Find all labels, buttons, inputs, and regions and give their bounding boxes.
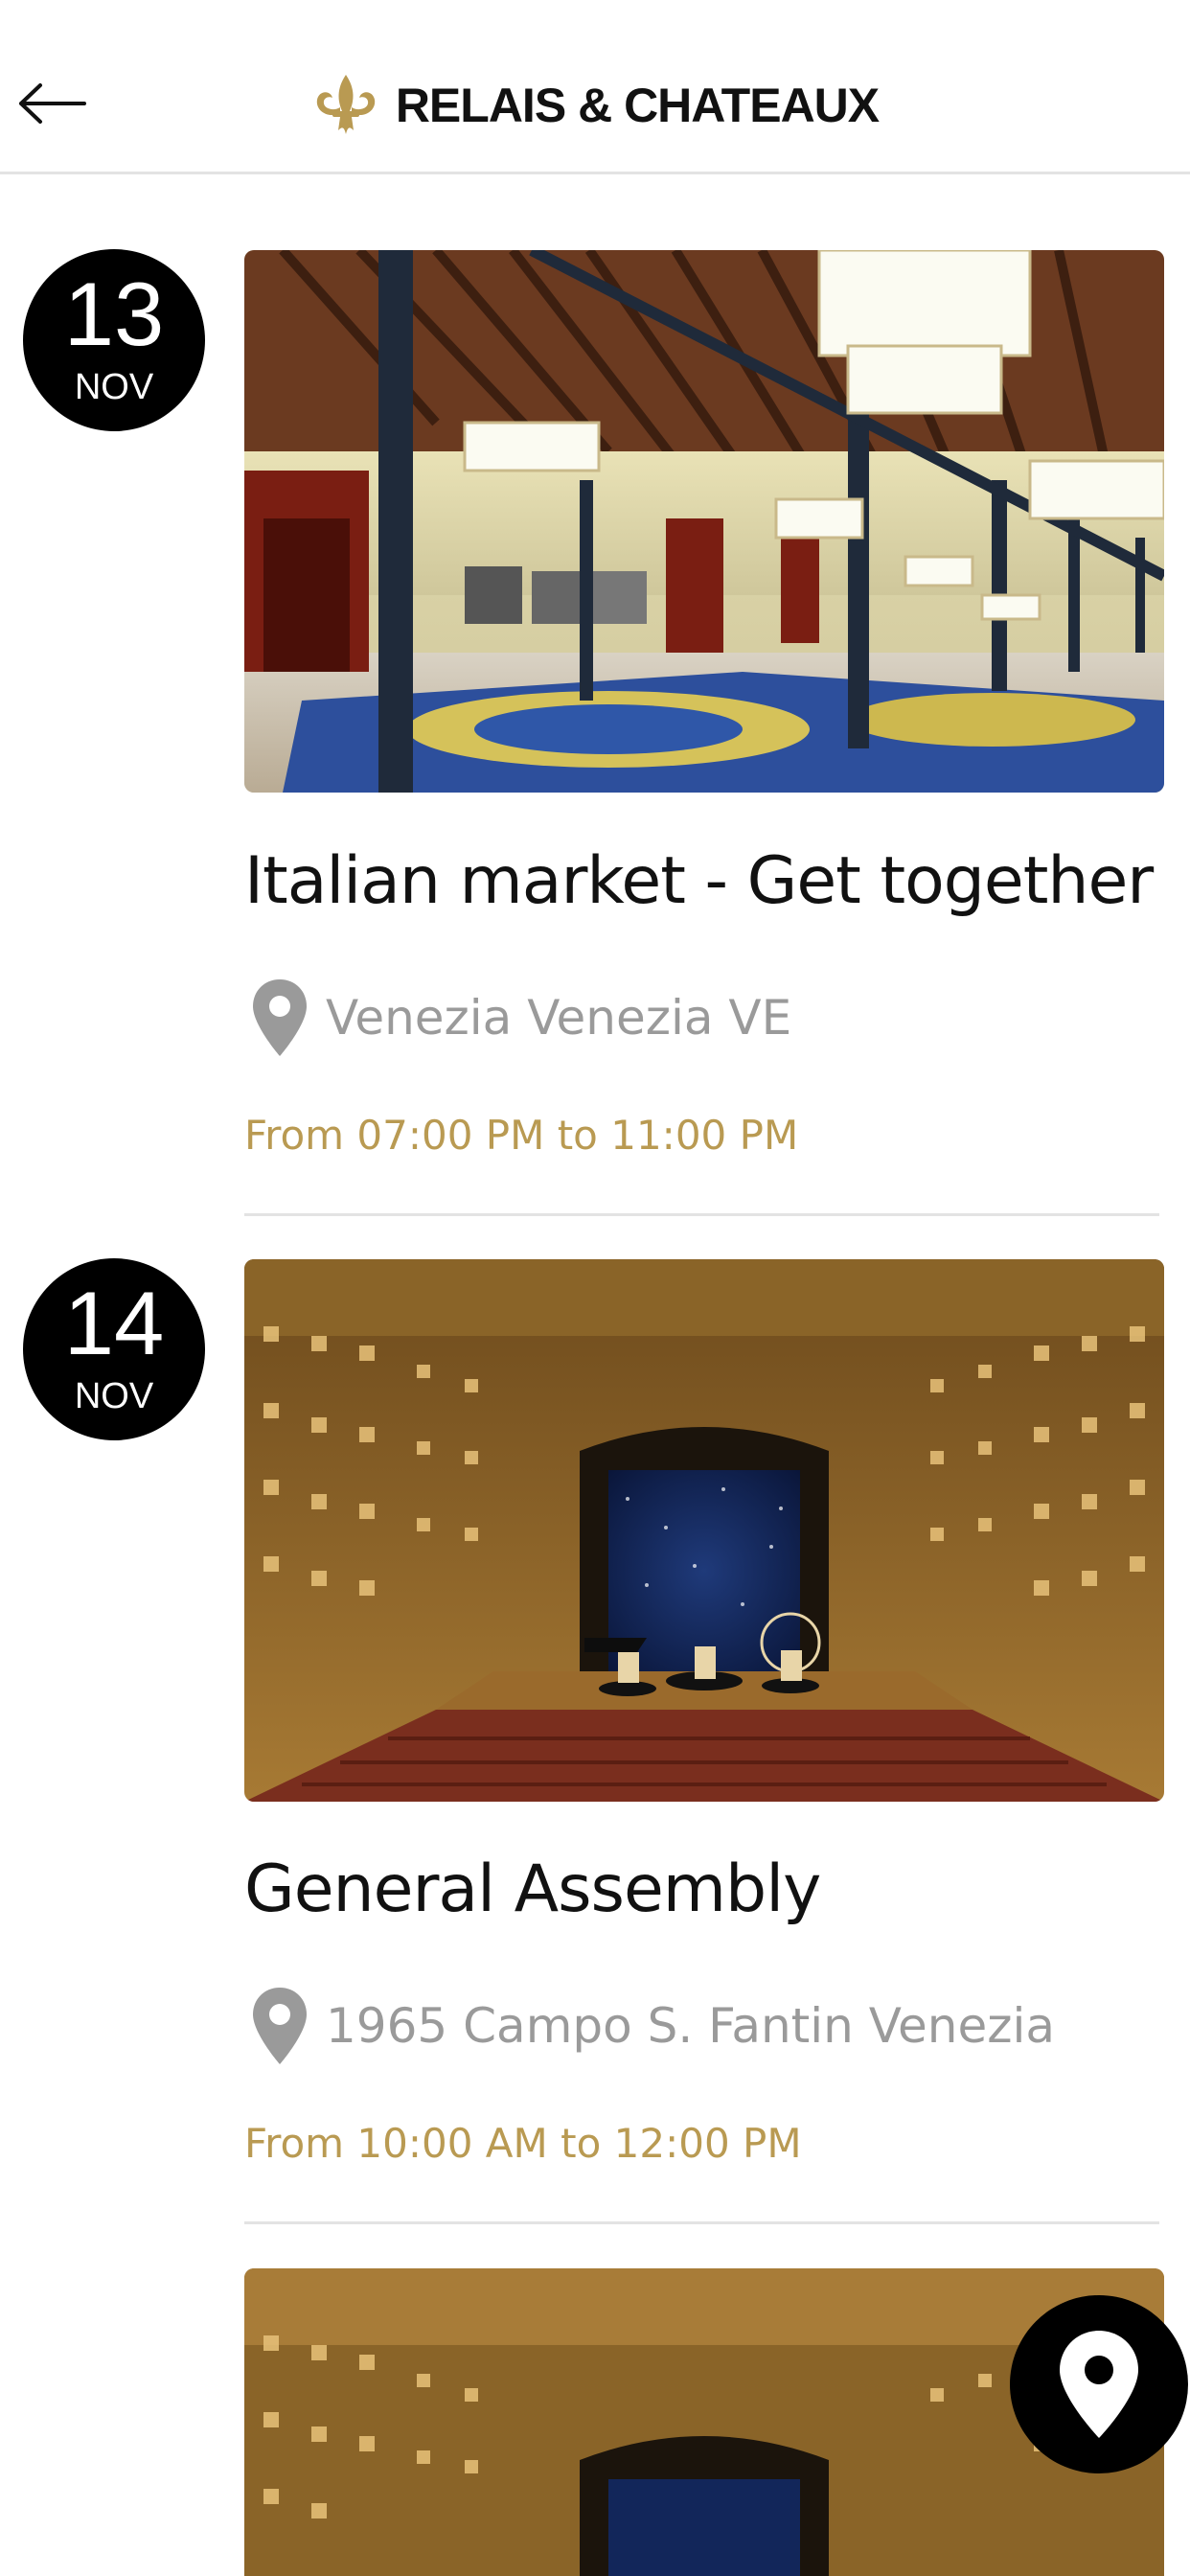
- map-pin-icon: [1060, 2331, 1138, 2438]
- theater-photo[interactable]: [244, 1259, 1164, 1802]
- event-time: From 10:00 AM to 12:00 PM: [244, 2120, 802, 2167]
- map-view-button[interactable]: [1010, 2295, 1188, 2473]
- divider: [244, 2221, 1159, 2224]
- date-day: 14: [63, 1273, 165, 1373]
- brand-name: RELAIS & CHATEAUX: [395, 79, 880, 132]
- date-month: NOV: [74, 367, 154, 407]
- event-location: Venezia Venezia VE: [251, 978, 791, 1058]
- fleur-de-lis-icon: [316, 75, 376, 134]
- event-location-text: Venezia Venezia VE: [326, 990, 792, 1046]
- location-pin-icon: [253, 979, 307, 1056]
- event-location: 1965 Campo S. Fantin Venezia: [251, 1986, 1055, 2066]
- divider: [244, 1213, 1159, 1216]
- event-time: From 07:00 PM to 11:00 PM: [244, 1112, 799, 1159]
- event-title: Italian market - Get together: [244, 843, 1154, 919]
- ballroom-photo[interactable]: [244, 250, 1164, 793]
- date-month: NOV: [74, 1376, 154, 1416]
- event-location-text: 1965 Campo S. Fantin Venezia: [326, 1998, 1056, 2054]
- brand-logo: RELAIS & CHATEAUX: [0, 69, 1190, 142]
- date-day: 13: [63, 264, 165, 364]
- date-badge: 13 NOV: [23, 249, 205, 431]
- event-title: General Assembly: [244, 1852, 821, 1927]
- top-bar: RELAIS & CHATEAUX: [0, 0, 1190, 174]
- location-pin-icon: [253, 1988, 307, 2064]
- date-badge: 14 NOV: [23, 1258, 205, 1440]
